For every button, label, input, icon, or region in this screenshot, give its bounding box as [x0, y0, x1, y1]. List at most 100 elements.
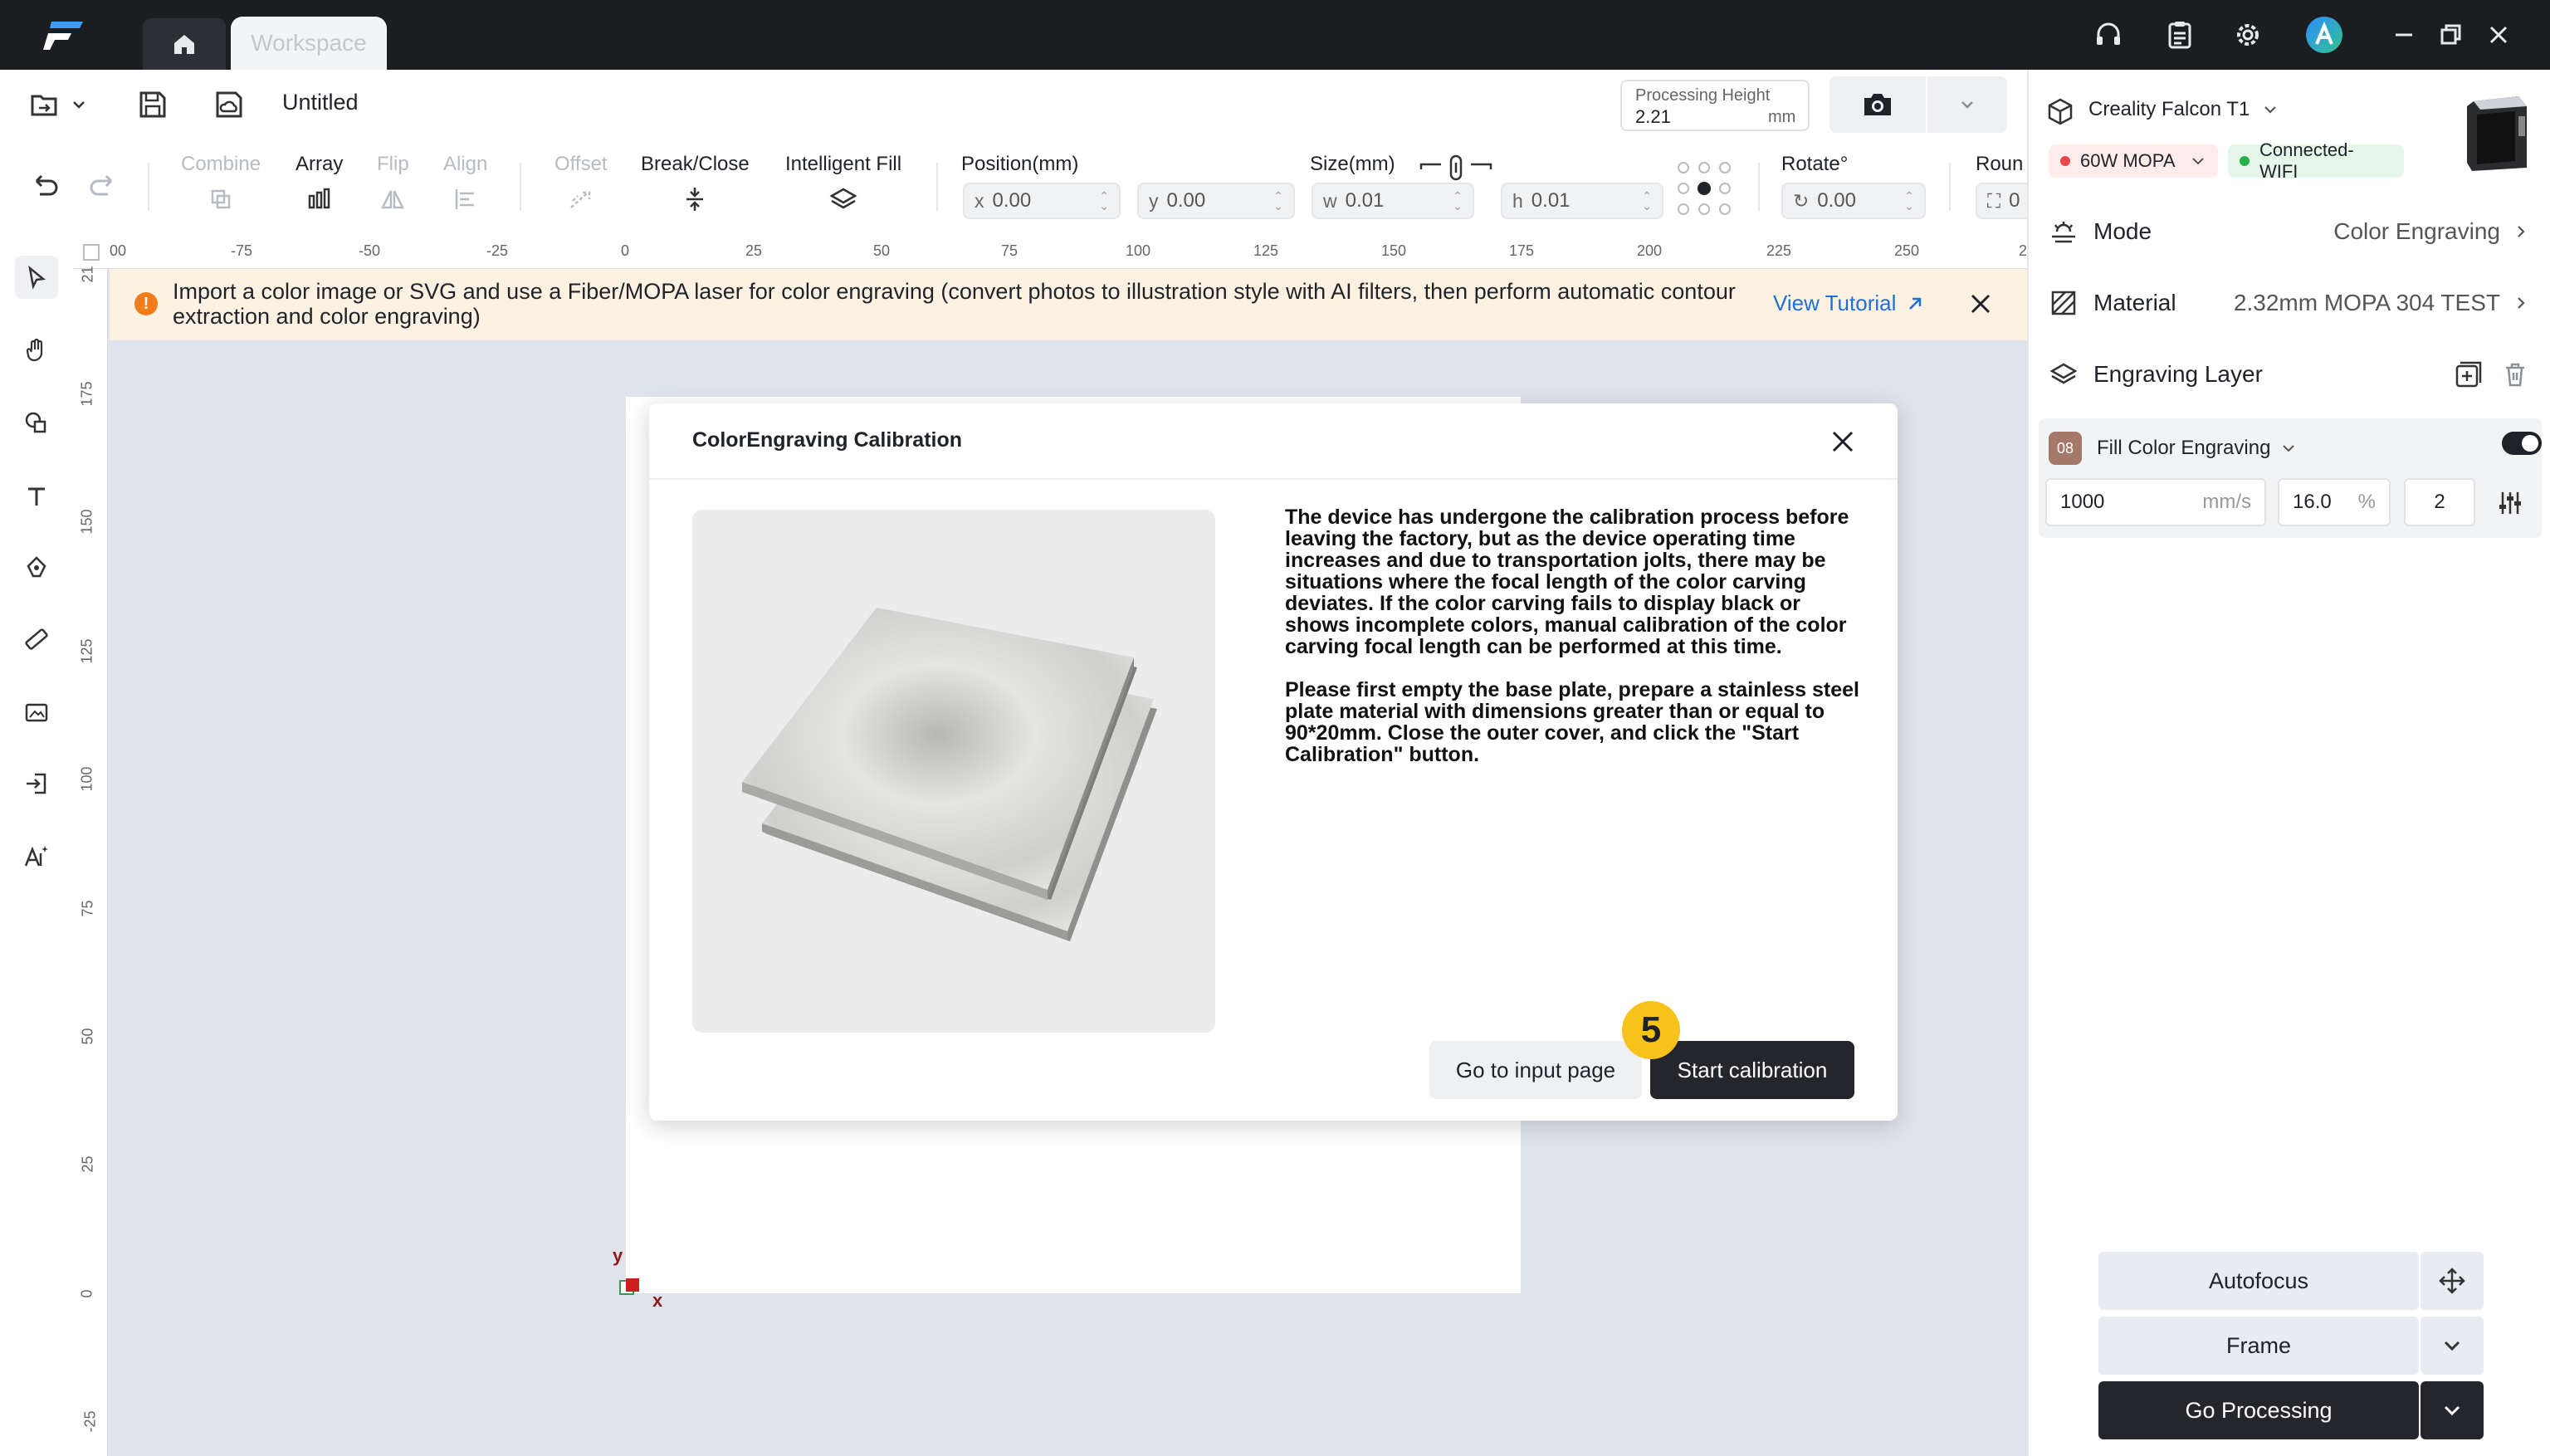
- power-input[interactable]: 16.0 %: [2278, 478, 2391, 526]
- flip-tool[interactable]: Flip: [377, 151, 409, 214]
- clipboard-icon[interactable]: [2163, 18, 2196, 51]
- engraving-layer-title: Engraving Layer: [2093, 361, 2263, 387]
- ruler-tick: 175: [78, 381, 95, 407]
- mode-row[interactable]: Mode Color Engraving: [2049, 203, 2530, 261]
- open-file-icon[interactable]: [25, 85, 65, 125]
- align-tool[interactable]: Align: [443, 151, 487, 214]
- right-panel: Creality Falcon T1 60W MOPA Connected-WI…: [2027, 70, 2550, 1456]
- device-selector[interactable]: Creality Falcon T1: [2088, 98, 2279, 121]
- origin-point: [626, 1278, 639, 1292]
- processing-height-field[interactable]: Processing Height 2.21 mm: [1620, 80, 1810, 131]
- layer-name: Fill Color Engraving: [2097, 437, 2271, 459]
- go-processing-button[interactable]: Go Processing: [2098, 1381, 2419, 1439]
- avatar[interactable]: [2306, 17, 2342, 53]
- add-layer-icon[interactable]: [2452, 358, 2485, 391]
- speed-input[interactable]: 1000 mm/s: [2045, 478, 2266, 526]
- processing-height-label: Processing Height: [1635, 86, 1771, 105]
- dialog-header: ColorEngraving Calibration: [649, 403, 1898, 480]
- rotate-input[interactable]: ↻ 0.00 ⌃ ⌄: [1781, 183, 1926, 219]
- steel-plate-image: [692, 510, 1215, 1033]
- speed-unit: mm/s: [2202, 491, 2251, 513]
- ruler-tick: 75: [79, 900, 96, 917]
- ruler-tick: 100: [78, 766, 95, 792]
- axis-x-label: x: [652, 1290, 663, 1311]
- save-icon[interactable]: [133, 85, 173, 125]
- lock-ratio-icon[interactable]: [1418, 151, 1494, 184]
- banner-close-icon[interactable]: [1966, 289, 1996, 319]
- laser-module-selector[interactable]: 60W MOPA: [2049, 144, 2218, 178]
- document-title[interactable]: Untitled: [282, 90, 359, 115]
- array-icon: [308, 188, 330, 209]
- processing-dropdown[interactable]: [2421, 1381, 2484, 1439]
- ruler-tick: 0: [621, 242, 630, 259]
- redo-icon[interactable]: [83, 166, 123, 206]
- layer-type-selector[interactable]: Fill Color Engraving: [2097, 437, 2297, 460]
- image-tool-icon[interactable]: [17, 692, 56, 732]
- text-tool-icon[interactable]: [17, 476, 56, 516]
- break-close-tool[interactable]: Break/Close: [641, 151, 750, 214]
- chevron-down-icon[interactable]: [66, 85, 91, 125]
- position-x-input[interactable]: x 0.00 ⌃ ⌄: [963, 183, 1121, 219]
- close-icon[interactable]: [2482, 18, 2515, 51]
- undo-icon[interactable]: [25, 166, 65, 206]
- ai-tool-icon[interactable]: [17, 837, 56, 877]
- layer-visibility-toggle[interactable]: [2502, 432, 2542, 455]
- combine-tool[interactable]: Combine: [181, 151, 261, 214]
- mode-icon: [2052, 222, 2075, 243]
- headset-icon[interactable]: [2092, 18, 2125, 51]
- hand-pan-icon[interactable]: [17, 330, 56, 370]
- layer-card[interactable]: 08 Fill Color Engraving 1000 mm/s 16.0 %…: [2039, 418, 2542, 538]
- layer-settings-icon[interactable]: [2495, 488, 2525, 518]
- size-width-input[interactable]: w 0.01 ⌃ ⌄: [1312, 183, 1474, 219]
- view-tutorial-link[interactable]: View Tutorial: [1773, 291, 1926, 316]
- chevron-down-icon: [2444, 1405, 2460, 1416]
- gear-icon[interactable]: [2231, 18, 2264, 51]
- shapes-icon[interactable]: [17, 402, 56, 442]
- title-bar: Workspace: [0, 0, 2550, 70]
- ruler-tool-icon[interactable]: [17, 619, 56, 659]
- app-logo: [43, 17, 86, 53]
- dialog-paragraph-2: Please first empty the base plate, prepa…: [1285, 678, 1859, 766]
- frame-button[interactable]: Frame: [2098, 1317, 2419, 1375]
- x-prefix: x: [975, 189, 984, 212]
- position-label: Position(mm): [961, 153, 1079, 175]
- autofocus-button[interactable]: Autofocus: [2098, 1252, 2419, 1310]
- chevron-down-icon: [2283, 445, 2295, 452]
- home-tab[interactable]: [143, 18, 226, 70]
- cloud-save-icon[interactable]: [209, 85, 249, 125]
- camera-button[interactable]: [1829, 76, 1926, 133]
- intelligent-fill-tool[interactable]: Intelligent Fill: [785, 151, 901, 214]
- tab-workspace[interactable]: Workspace: [231, 17, 387, 70]
- minimize-icon[interactable]: [2387, 18, 2421, 51]
- tip-banner: ! Import a color image or SVG and use a …: [110, 269, 2027, 340]
- left-toolbar: [0, 236, 73, 1456]
- ruler-corner: [83, 244, 100, 261]
- pen-tool-icon[interactable]: [17, 548, 56, 588]
- status-dot: [2240, 156, 2250, 166]
- material-row[interactable]: Material 2.32mm MOPA 304 TEST: [2049, 274, 2530, 332]
- restore-icon[interactable]: [2434, 18, 2467, 51]
- size-height-input[interactable]: h 0.01 ⌃ ⌄: [1501, 183, 1663, 219]
- offset-tool[interactable]: Offset: [554, 151, 608, 214]
- position-y-input[interactable]: y 0.00 ⌃ ⌄: [1137, 183, 1295, 219]
- y-value: 0.00: [1166, 189, 1206, 212]
- frame-dropdown[interactable]: [2421, 1317, 2484, 1375]
- dialog-close-icon[interactable]: [1828, 427, 1858, 457]
- select-tool-icon[interactable]: [15, 256, 58, 299]
- horizontal-ruler: 00 -75 -50 -25 0 25 50 75 100 125 150 17…: [73, 236, 2027, 269]
- move-control-button[interactable]: [2421, 1252, 2484, 1310]
- passes-input[interactable]: 2: [2404, 478, 2475, 526]
- w-value: 0.01: [1345, 189, 1385, 212]
- ruler-tick: 50: [79, 1028, 96, 1045]
- view-tutorial-label: View Tutorial: [1773, 291, 1897, 315]
- start-calibration-button[interactable]: Start calibration: [1650, 1041, 1854, 1099]
- trash-icon[interactable]: [2500, 359, 2530, 389]
- import-icon[interactable]: [17, 764, 56, 804]
- anchor-point-grid[interactable]: [1675, 159, 1733, 217]
- chevron-right-icon: [2518, 226, 2525, 237]
- round-input[interactable]: ⛶ 0: [1976, 183, 2027, 219]
- array-tool[interactable]: Array: [296, 151, 343, 214]
- ruler-tick: 25: [79, 1156, 96, 1173]
- camera-dropdown[interactable]: [1927, 76, 2007, 133]
- go-to-input-page-button[interactable]: Go to input page: [1429, 1041, 1642, 1099]
